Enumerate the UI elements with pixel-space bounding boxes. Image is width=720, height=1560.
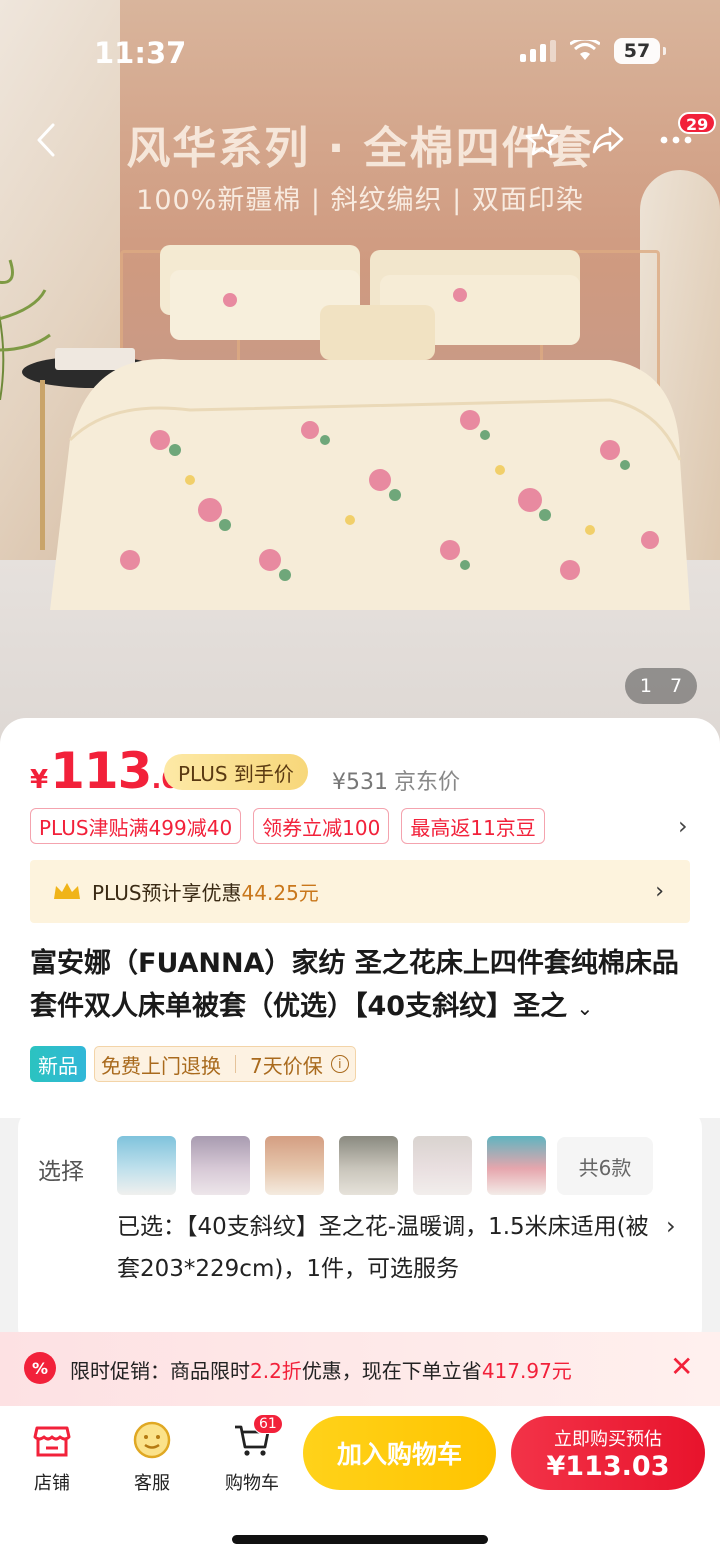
message-badge: 29 [678, 112, 717, 134]
plus-price-tag: PLUS 到手价 [164, 754, 308, 790]
store-button[interactable]: 店铺 [12, 1420, 92, 1495]
share-button[interactable] [586, 118, 630, 162]
plus-discount-banner[interactable]: PLUS预计享优惠 44.25元 › [30, 860, 690, 923]
variant-count-button[interactable]: 共6款 [557, 1137, 653, 1195]
table-leg [40, 380, 45, 550]
cart-button[interactable]: 购物车 [212, 1420, 292, 1495]
discount-icon: % [24, 1352, 56, 1384]
close-icon[interactable]: ✕ [670, 1350, 693, 1383]
chevron-right-icon[interactable]: › [678, 812, 688, 840]
original-price-label: 京东价 [394, 770, 461, 795]
customer-service-button[interactable]: 客服 [112, 1420, 192, 1495]
home-indicator[interactable] [232, 1535, 488, 1544]
image-total: 7 [670, 675, 683, 697]
service-tag: 7天价保 [250, 1053, 323, 1078]
star-icon [525, 123, 559, 156]
share-icon [592, 126, 624, 154]
cart-label: 购物车 [225, 1473, 279, 1494]
crown-icon [54, 882, 80, 899]
plus-banner-text: PLUS预计享优惠 [92, 881, 242, 905]
buy-now-label: 立即购买预估 [554, 1428, 662, 1450]
selected-spec[interactable]: 已选：【40支斜纹】圣之花-温暖调，1.5米床适用(被套203*229cm)，1… [117, 1206, 657, 1290]
plus-banner-amount: 44.25元 [241, 881, 319, 905]
chevron-right-icon: › [655, 879, 664, 904]
product-tags: 新品 免费上门退换 7天价保 i [30, 1046, 356, 1082]
service-tag: 免费上门退换 [101, 1053, 221, 1078]
variant-thumbnail[interactable] [117, 1136, 176, 1195]
original-price-value: ¥531 [332, 770, 388, 795]
status-time: 11:37 [94, 36, 187, 70]
spec-label: 选择 [38, 1159, 84, 1185]
promo-tag[interactable]: 领券立减100 [253, 808, 390, 844]
buy-now-button[interactable]: 立即购买预估 ¥113.03 [511, 1416, 705, 1490]
original-price: ¥531 京东价 [332, 764, 460, 796]
product-image-carousel[interactable]: 风华系列 · 全棉四件套 100%新疆棉 | 斜纹编织 | 双面印染 11:37 [0, 0, 720, 760]
battery-indicator: 57 [614, 38, 666, 64]
flash-promo-text: 限时促销：商品限时2.2折优惠，现在下单立省417.97元 [70, 1355, 572, 1384]
chevron-right-icon[interactable]: › [666, 1212, 676, 1240]
variant-thumbnail[interactable] [413, 1136, 472, 1195]
back-button[interactable] [24, 118, 68, 162]
new-tag: 新品 [30, 1046, 86, 1082]
flash-mid: 优惠，现在下单立省 [301, 1359, 482, 1383]
customer-service-label: 客服 [134, 1473, 170, 1494]
variant-thumbnail[interactable] [265, 1136, 324, 1195]
promo-tags[interactable]: PLUS津贴满499减40 领券立减100 最高返11京豆 [30, 808, 545, 844]
variant-thumbnail[interactable] [487, 1136, 546, 1195]
flash-discount: 2.2折 [250, 1359, 302, 1383]
signal-icon [520, 40, 556, 62]
buy-now-price: ¥113.03 [546, 1450, 670, 1482]
variant-thumbnail[interactable] [191, 1136, 250, 1195]
product-title[interactable]: 富安娜（FUANNA）家纺 圣之花床上四件套纯棉床品套件双人床单被套（优选）【4… [30, 942, 690, 1030]
add-to-cart-button[interactable]: 加入购物车 [303, 1416, 496, 1490]
image-index: 1 [639, 675, 652, 697]
flash-prefix: 限时促销：商品限时 [70, 1359, 250, 1383]
chevron-down-icon[interactable]: ⌄ [576, 996, 593, 1020]
promo-tag[interactable]: PLUS津贴满499减40 [30, 808, 242, 844]
cart-count-badge: 61 [253, 1414, 283, 1434]
variant-thumbnails[interactable] [117, 1136, 546, 1195]
wifi-icon [570, 40, 600, 60]
price-integer: 113 [50, 742, 152, 800]
image-counter: 1 7 [625, 668, 697, 704]
flash-saving: 417.97元 [481, 1359, 572, 1383]
hero-subtitle: 100%新疆棉 | 斜纹编织 | 双面印染 [136, 185, 584, 216]
status-icons: 57 [520, 38, 666, 64]
chevron-left-icon [37, 123, 55, 157]
customer-service-icon [133, 1421, 171, 1459]
favorite-button[interactable] [520, 118, 564, 162]
info-icon[interactable]: i [330, 1055, 349, 1073]
divider [235, 1055, 236, 1073]
bed-image [50, 245, 690, 610]
service-tags[interactable]: 免费上门退换 7天价保 i [94, 1046, 356, 1082]
more-dots-icon [660, 136, 692, 144]
promo-tag[interactable]: 最高返11京豆 [401, 808, 545, 844]
store-icon [33, 1426, 71, 1457]
store-label: 店铺 [34, 1473, 70, 1494]
price-currency: ¥ [30, 765, 49, 795]
variant-thumbnail[interactable] [339, 1136, 398, 1195]
